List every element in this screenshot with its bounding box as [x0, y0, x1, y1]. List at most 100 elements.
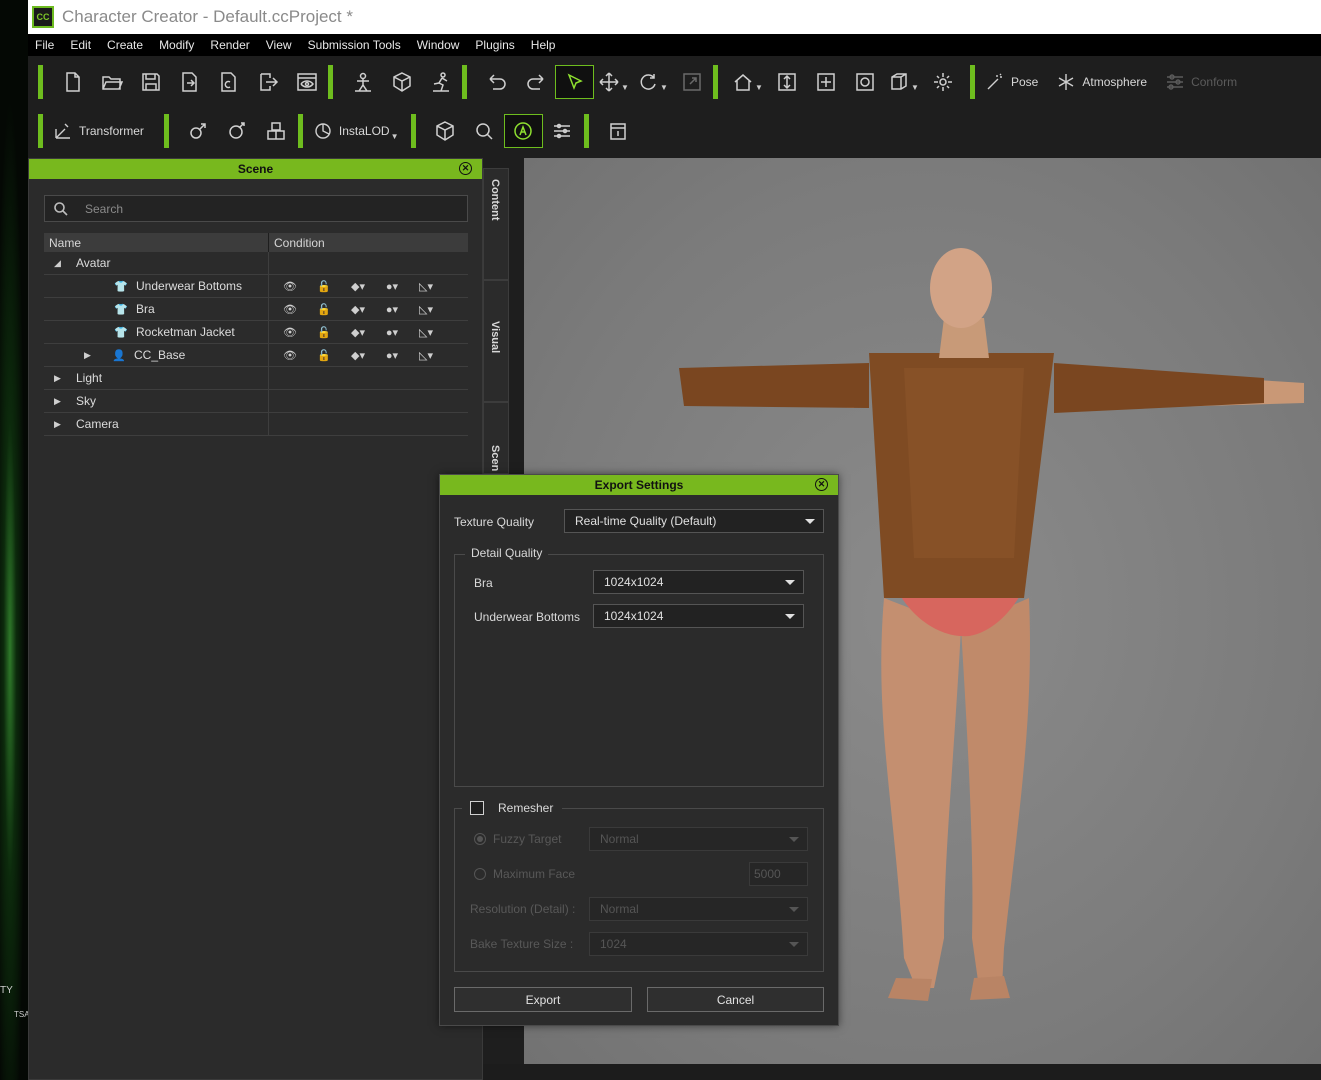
auto-setup-button[interactable]: [503, 114, 543, 148]
save-button[interactable]: [131, 65, 170, 99]
menu-help[interactable]: Help: [531, 38, 556, 52]
new-file-button[interactable]: [53, 65, 92, 99]
tree-row-sky[interactable]: ▶ Sky: [44, 390, 468, 413]
column-header-condition[interactable]: Condition: [269, 233, 330, 252]
menu-plugins[interactable]: Plugins: [475, 38, 514, 52]
mesh-button[interactable]: [426, 114, 465, 148]
lock-icon[interactable]: 🔓: [307, 322, 341, 342]
column-header-name[interactable]: Name: [44, 233, 269, 252]
atmosphere-button[interactable]: Atmosphere: [1056, 72, 1147, 92]
cubes-button[interactable]: [257, 114, 296, 148]
expand-icon[interactable]: ▶: [54, 419, 64, 430]
scale-tool-button[interactable]: [672, 65, 711, 99]
gender-morph-button[interactable]: [179, 114, 218, 148]
tab-scene[interactable]: Scen: [483, 402, 509, 474]
lock-icon[interactable]: 🔓: [307, 345, 341, 365]
maximum-face-radio[interactable]: [474, 868, 486, 880]
export-arrow-button[interactable]: [248, 65, 287, 99]
visibility-eye-icon[interactable]: 👁: [273, 276, 307, 296]
remesher-checkbox[interactable]: [470, 801, 484, 815]
underwear-quality-select[interactable]: 1024x1024: [593, 604, 804, 628]
mesh-icon[interactable]: ◺▾: [409, 345, 443, 365]
move-tool-button[interactable]: ▼: [594, 65, 633, 99]
orbit-button[interactable]: [845, 65, 884, 99]
menu-create[interactable]: Create: [107, 38, 143, 52]
tree-row-bra[interactable]: 👕 Bra 👁 🔓 ◆▾ ●▾ ◺▾: [44, 298, 468, 321]
menu-submission-tools[interactable]: Submission Tools: [308, 38, 401, 52]
expand-icon[interactable]: ▶: [54, 373, 64, 384]
bra-quality-select[interactable]: 1024x1024: [593, 570, 804, 594]
inspect-button[interactable]: [465, 114, 504, 148]
close-icon[interactable]: ✕: [815, 478, 828, 491]
tab-visual[interactable]: Visual: [483, 280, 509, 402]
fit-all-button[interactable]: [806, 65, 845, 99]
cancel-button[interactable]: Cancel: [647, 987, 824, 1012]
cube-icon[interactable]: ◆▾: [341, 345, 375, 365]
light-button[interactable]: [923, 65, 962, 99]
menu-render[interactable]: Render: [210, 38, 249, 52]
lock-icon[interactable]: 🔓: [307, 276, 341, 296]
conform-button[interactable]: Conform: [1165, 72, 1237, 92]
preview-button[interactable]: [287, 65, 326, 99]
undo-button[interactable]: [477, 65, 516, 99]
rotate-tool-button[interactable]: ▼: [633, 65, 672, 99]
instalod-button[interactable]: InstaLOD ▼: [313, 121, 399, 141]
tree-row-light[interactable]: ▶ Light: [44, 367, 468, 390]
scene-search-input[interactable]: Search: [44, 195, 468, 222]
menu-edit[interactable]: Edit: [70, 38, 91, 52]
motion-button[interactable]: [421, 65, 460, 99]
expand-icon[interactable]: ▶: [54, 396, 64, 407]
tree-row-camera[interactable]: ▶ Camera: [44, 413, 468, 436]
shading-icon[interactable]: ●▾: [375, 276, 409, 296]
maximum-face-stepper[interactable]: 5000: [749, 862, 808, 886]
menu-file[interactable]: File: [35, 38, 54, 52]
mesh-icon[interactable]: ◺▾: [409, 276, 443, 296]
head-morph-button[interactable]: [218, 114, 257, 148]
cube-icon[interactable]: ◆▾: [341, 322, 375, 342]
snowflake-icon: [1059, 74, 1074, 90]
cube-icon[interactable]: ◆▾: [341, 299, 375, 319]
shading-icon[interactable]: ●▾: [375, 345, 409, 365]
redo-button[interactable]: [516, 65, 555, 99]
bake-texture-select[interactable]: 1024: [589, 932, 808, 956]
home-view-button[interactable]: ▼: [728, 65, 767, 99]
mesh-icon[interactable]: ◺▾: [409, 299, 443, 319]
export-button[interactable]: Export: [454, 987, 632, 1012]
camera-view-button[interactable]: ▼: [884, 65, 923, 99]
menu-modify[interactable]: Modify: [159, 38, 194, 52]
visibility-eye-icon[interactable]: 👁: [273, 322, 307, 342]
export-doc-button[interactable]: [170, 65, 209, 99]
calendar-button[interactable]: [599, 114, 638, 148]
tree-row-avatar[interactable]: ◢ Avatar: [44, 252, 468, 275]
tab-content[interactable]: Content: [483, 168, 509, 280]
morph-button[interactable]: [382, 65, 421, 99]
visibility-eye-icon[interactable]: 👁: [273, 345, 307, 365]
fit-height-button[interactable]: [767, 65, 806, 99]
import-doc-button[interactable]: [209, 65, 248, 99]
collapse-icon[interactable]: ◢: [54, 258, 64, 269]
fuzzy-target-select[interactable]: Normal: [589, 827, 808, 851]
tree-row-cc-base[interactable]: ▶ 👤 CC_Base 👁 🔓 ◆▾ ●▾ ◺▾: [44, 344, 468, 367]
tree-row-underwear-bottoms[interactable]: 👕 Underwear Bottoms 👁 🔓 ◆▾ ●▾ ◺▾: [44, 275, 468, 298]
texture-quality-select[interactable]: Real-time Quality (Default): [564, 509, 824, 533]
resolution-select[interactable]: Normal: [589, 897, 808, 921]
menu-window[interactable]: Window: [417, 38, 460, 52]
close-icon[interactable]: ✕: [459, 162, 472, 175]
tree-row-rocketman-jacket[interactable]: 👕 Rocketman Jacket 👁 🔓 ◆▾ ●▾ ◺▾: [44, 321, 468, 344]
mesh-icon[interactable]: ◺▾: [409, 322, 443, 342]
settings-sliders-button[interactable]: [543, 114, 582, 148]
shading-icon[interactable]: ●▾: [375, 322, 409, 342]
shading-icon[interactable]: ●▾: [375, 299, 409, 319]
pose-figure-button[interactable]: [343, 65, 382, 99]
expand-icon[interactable]: ▶: [84, 350, 94, 361]
transformer-button[interactable]: Transformer: [53, 121, 144, 141]
fuzzy-target-radio[interactable]: [474, 833, 486, 845]
cube-icon[interactable]: ◆▾: [341, 276, 375, 296]
select-tool-button[interactable]: [555, 65, 594, 99]
visibility-eye-icon[interactable]: 👁: [273, 299, 307, 319]
sliders-icon: [554, 123, 571, 139]
lock-icon[interactable]: 🔓: [307, 299, 341, 319]
menu-view[interactable]: View: [266, 38, 292, 52]
pose-button[interactable]: Pose: [985, 72, 1038, 92]
open-button[interactable]: [92, 65, 131, 99]
